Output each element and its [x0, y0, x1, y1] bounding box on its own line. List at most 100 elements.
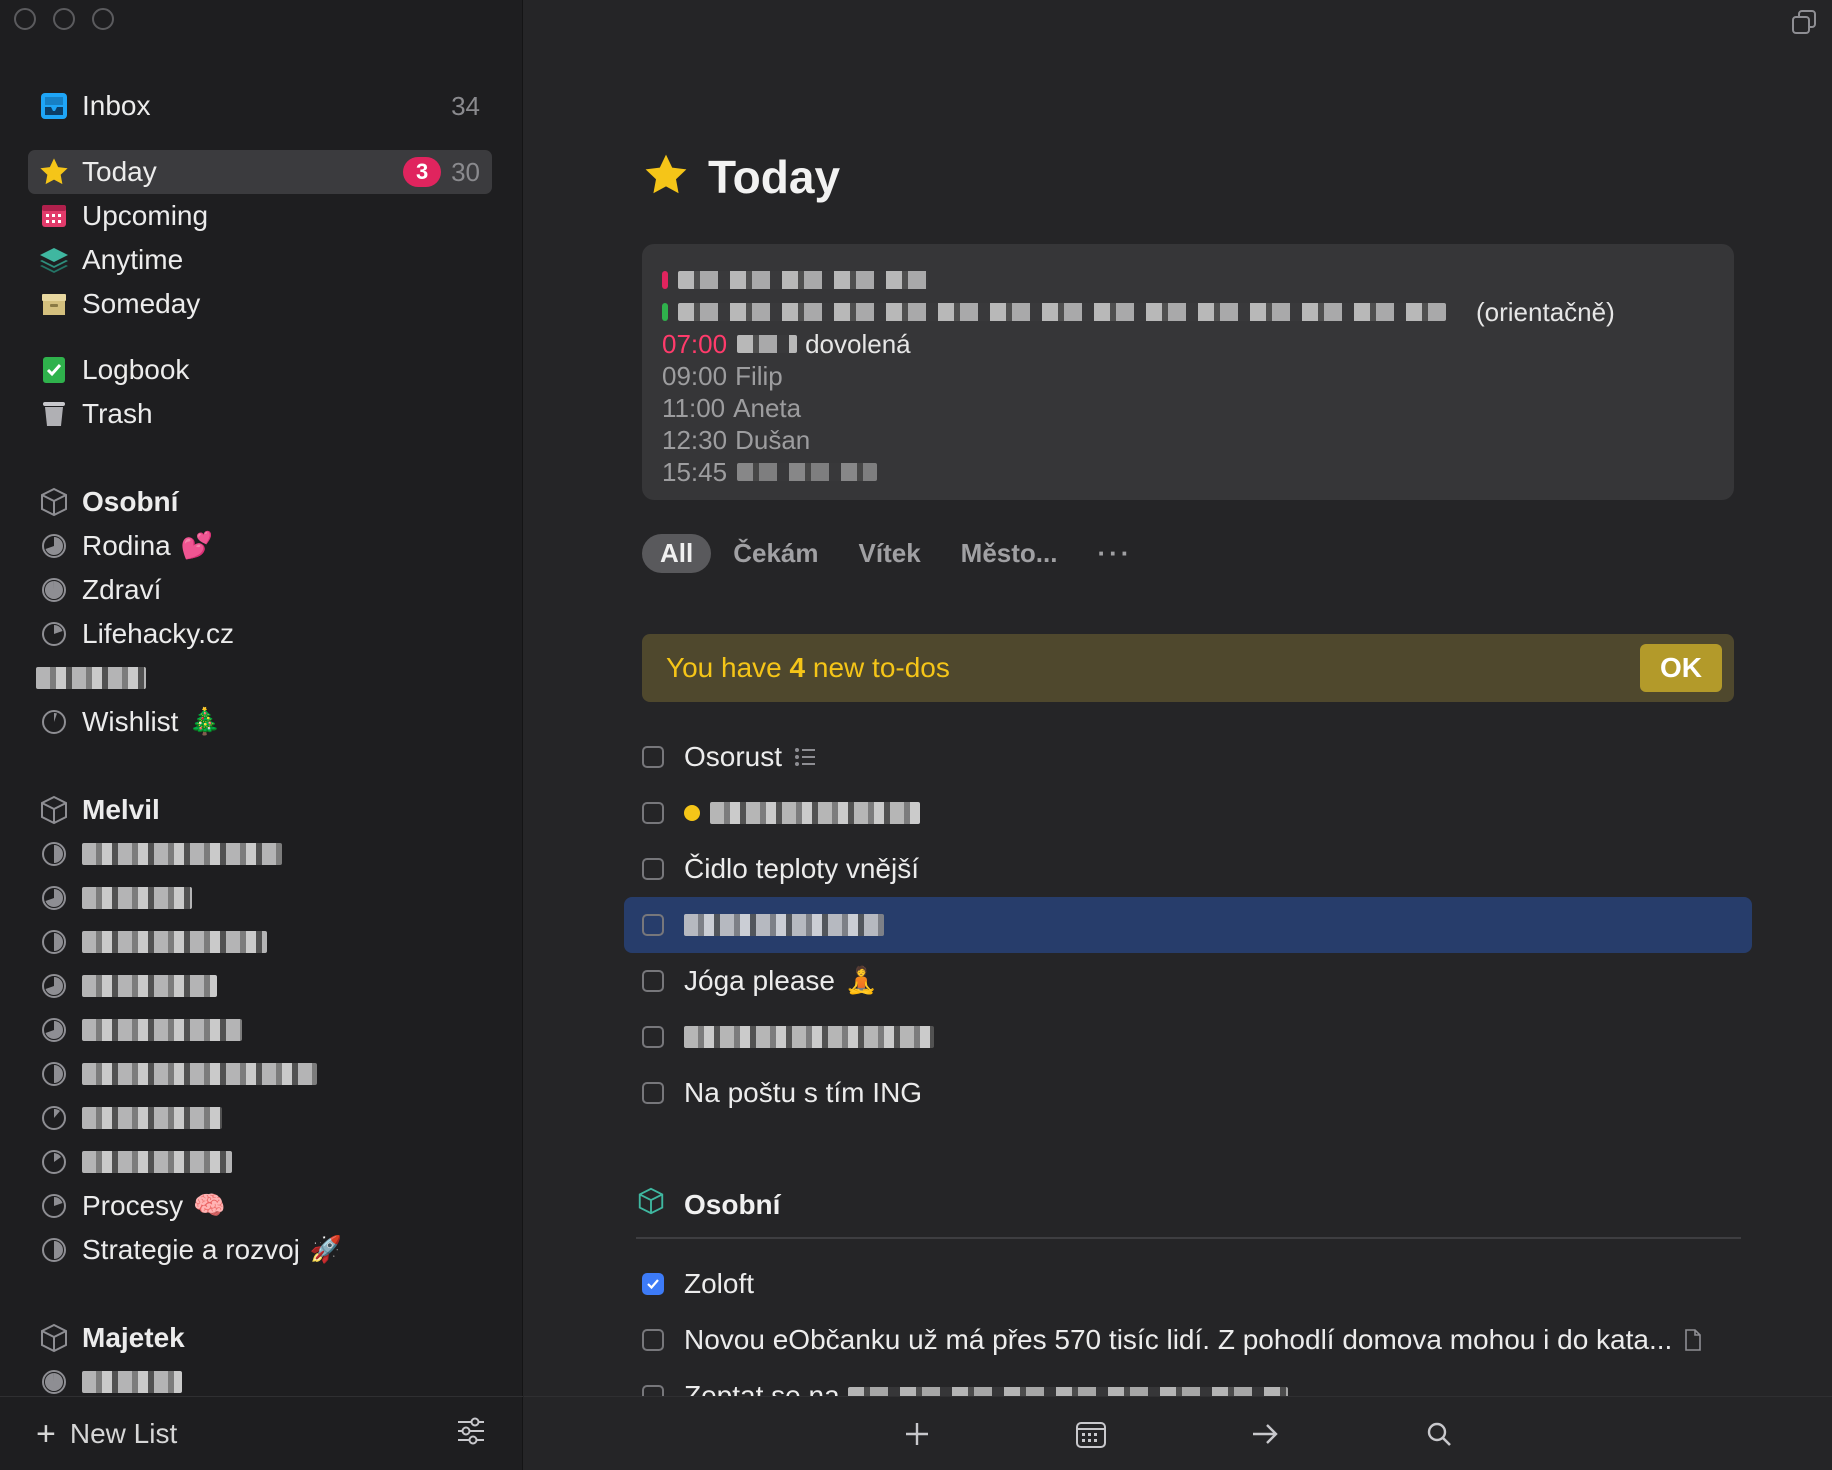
- todo-checkbox-checked[interactable]: [642, 1273, 664, 1295]
- redacted-text: [678, 303, 1446, 321]
- redacted-text: [82, 1151, 232, 1173]
- sidebar-project-redacted[interactable]: [28, 876, 492, 920]
- redacted-text: [737, 463, 878, 481]
- sidebar-project-redacted[interactable]: [28, 1140, 492, 1184]
- schedule-calendar-button[interactable]: [1073, 1416, 1109, 1452]
- todo-checkbox[interactable]: [642, 858, 664, 880]
- sidebar-area-osobni[interactable]: Osobní: [28, 480, 492, 524]
- sidebar-project-redacted[interactable]: [28, 964, 492, 1008]
- todo-checkbox[interactable]: [642, 802, 664, 824]
- event-time: 15:45: [662, 457, 728, 487]
- sidebar-item-someday[interactable]: Someday: [28, 282, 492, 326]
- todo-item[interactable]: [624, 1009, 1752, 1065]
- todo-title: Zeptat se na: [684, 1380, 840, 1396]
- todo-checkbox[interactable]: [642, 746, 664, 768]
- calendar-event[interactable]: 11:00 Aneta: [662, 392, 1714, 424]
- sidebar-item-logbook[interactable]: Logbook: [28, 348, 492, 392]
- calendar-event[interactable]: 09:00 Filip: [662, 360, 1714, 392]
- page-header: Today: [642, 150, 840, 204]
- project-progress-icon: [36, 1364, 72, 1400]
- new-list-button[interactable]: + New List: [36, 1417, 455, 1451]
- area-section-title: Osobní: [684, 1188, 781, 1220]
- sidebar-project-zdravi[interactable]: Zdraví: [28, 568, 492, 612]
- todo-checkbox[interactable]: [642, 914, 664, 936]
- todo-item[interactable]: Osorust: [624, 729, 1752, 785]
- sidebar-project-redacted[interactable]: [28, 832, 492, 876]
- sidebar-item-label: Someday: [82, 288, 201, 319]
- todo-checkbox[interactable]: [642, 1385, 664, 1396]
- sidebar-project-redacted[interactable]: [28, 656, 492, 700]
- sidebar-item-anytime[interactable]: Anytime: [28, 238, 492, 282]
- window-copy-icon[interactable]: [1790, 8, 1818, 36]
- tag-filter-mesto[interactable]: Město...: [943, 534, 1076, 573]
- sidebar-item-upcoming[interactable]: Upcoming: [28, 194, 492, 238]
- tag-filter-all[interactable]: All: [642, 534, 712, 573]
- sidebar-project-redacted[interactable]: [28, 920, 492, 964]
- move-arrow-button[interactable]: [1247, 1416, 1283, 1452]
- tag-filter-cekam[interactable]: Čekám: [715, 534, 836, 573]
- sidebar-area-majetek[interactable]: Majetek: [28, 1316, 492, 1360]
- close-window-button[interactable]: [14, 8, 36, 30]
- all-day-event[interactable]: [662, 264, 1714, 296]
- sidebar-project-lifehacky[interactable]: Lifehacky.cz: [28, 612, 492, 656]
- logbook-icon: [36, 352, 72, 388]
- todo-item-completed[interactable]: Zoloft: [624, 1256, 1752, 1312]
- evening-dot-icon: [684, 805, 700, 821]
- area-section-header[interactable]: Osobní: [636, 1186, 1741, 1239]
- sidebar-project-rodina[interactable]: Rodina 💕: [28, 524, 492, 568]
- sidebar-project-redacted[interactable]: [28, 1096, 492, 1140]
- redacted-text: [82, 887, 192, 909]
- todo-item-selected[interactable]: [624, 897, 1752, 953]
- todo-item[interactable]: Jóga please 🧘: [624, 953, 1752, 1009]
- redacted-text: [82, 1371, 182, 1393]
- all-day-event[interactable]: (orientačně): [662, 296, 1714, 328]
- todo-item[interactable]: Zeptat se na: [624, 1368, 1752, 1396]
- sidebar-project-wishlist[interactable]: Wishlist 🎄: [28, 700, 492, 744]
- todo-item[interactable]: Čidlo teploty vnější: [624, 841, 1752, 897]
- search-button[interactable]: [1421, 1416, 1457, 1452]
- redacted-text: [82, 1019, 242, 1041]
- plus-icon: +: [36, 1414, 56, 1453]
- redacted-text: [82, 931, 267, 953]
- banner-message: You have 4 new to-dos: [666, 652, 950, 683]
- project-progress-icon: [36, 880, 72, 916]
- sidebar-project-redacted[interactable]: [28, 1008, 492, 1052]
- todo-checkbox[interactable]: [642, 1329, 664, 1351]
- todo-checkbox[interactable]: [642, 1082, 664, 1104]
- todo-checkbox[interactable]: [642, 970, 664, 992]
- calendar-event[interactable]: 15:45: [662, 456, 1714, 488]
- filter-settings-icon[interactable]: [455, 1416, 487, 1451]
- zoom-window-button[interactable]: [92, 8, 114, 30]
- sidebar-project-procesy[interactable]: Procesy 🧠: [28, 1184, 492, 1228]
- event-title: Aneta: [733, 393, 802, 423]
- project-progress-icon: [36, 924, 72, 960]
- minimize-window-button[interactable]: [53, 8, 75, 30]
- redacted-text: [82, 1107, 222, 1129]
- project-progress-icon: [36, 1012, 72, 1048]
- sidebar-project-strategie[interactable]: Strategie a rozvoj 🚀: [28, 1228, 492, 1272]
- todo-checkbox[interactable]: [642, 1026, 664, 1048]
- calendar-event[interactable]: 07:00 dovolená: [662, 328, 1714, 360]
- banner-ok-button[interactable]: OK: [1640, 644, 1722, 692]
- sidebar-item-today[interactable]: Today 3 30: [28, 150, 492, 194]
- sidebar-item-trash[interactable]: Trash: [28, 392, 492, 436]
- todo-item[interactable]: Novou eObčanku už má přes 570 tisíc lidí…: [624, 1312, 1752, 1368]
- today-count: 30: [451, 156, 480, 187]
- todo-item[interactable]: Na poštu s tím ING: [624, 1065, 1752, 1121]
- sidebar-item-label: Wishlist: [82, 706, 179, 737]
- tag-filter-vitek[interactable]: Vítek: [841, 534, 939, 573]
- new-todo-button[interactable]: [899, 1416, 935, 1452]
- rocket-emoji: 🚀: [309, 1235, 343, 1265]
- todo-item[interactable]: [624, 785, 1752, 841]
- sidebar-area-melvil[interactable]: Melvil: [28, 788, 492, 832]
- more-tags-button[interactable]: ···: [1079, 534, 1150, 573]
- sidebar-project-redacted[interactable]: [28, 1052, 492, 1096]
- todo-title: Čidlo teploty vnější: [684, 853, 920, 884]
- page-title: Today: [708, 151, 841, 203]
- new-todos-banner: You have 4 new to-dos OK: [642, 634, 1734, 702]
- sidebar-item-inbox[interactable]: Inbox 34: [28, 84, 492, 128]
- sidebar-item-label: Procesy: [82, 1190, 184, 1221]
- inbox-icon: [36, 88, 72, 124]
- calendar-event[interactable]: 12:30 Dušan: [662, 424, 1714, 456]
- project-progress-icon: [36, 968, 72, 1004]
